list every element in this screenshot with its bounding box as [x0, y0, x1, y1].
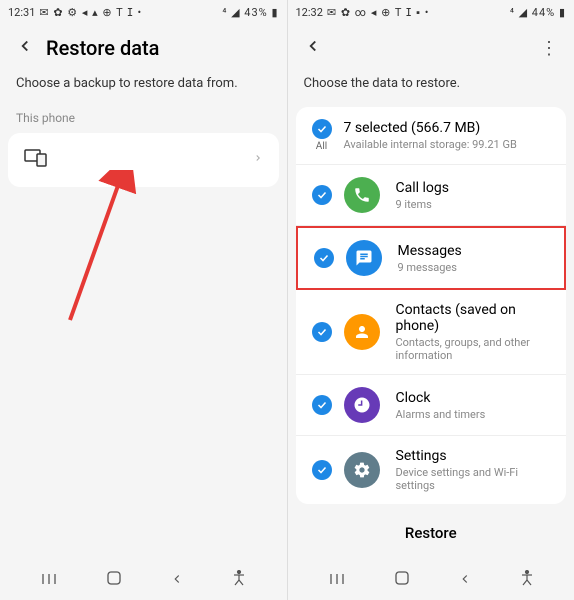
checkbox-contacts[interactable]: [312, 322, 332, 342]
item-subtitle: Contacts, groups, and other information: [396, 336, 551, 362]
item-title: Call logs: [396, 180, 551, 196]
status-bar: 12:31 ✉ ✿ ⚙ ◂ ▴ ⊕ T ⵊ • ⁴ ◢ 43% ▮: [0, 0, 287, 24]
select-all-row[interactable]: All 7 selected (566.7 MB) Available inte…: [296, 107, 567, 165]
restore-button[interactable]: Restore: [288, 508, 574, 558]
more-icon[interactable]: ⋮: [540, 38, 558, 59]
item-title: Clock: [396, 390, 551, 406]
item-subtitle: Alarms and timers: [396, 408, 551, 421]
item-clock[interactable]: Clock Alarms and timers: [296, 375, 567, 436]
backup-source-card[interactable]: [8, 133, 279, 187]
item-subtitle: Device settings and Wi-Fi settings: [396, 466, 551, 492]
item-messages[interactable]: Messages 9 messages: [296, 226, 567, 290]
back-icon[interactable]: [304, 36, 322, 60]
status-icons-right: ⁴ ◢ 43% ▮: [222, 6, 278, 19]
item-settings[interactable]: Settings Device settings and Wi-Fi setti…: [296, 436, 567, 504]
header: Restore data: [0, 24, 287, 72]
back-icon[interactable]: [16, 36, 34, 60]
contacts-icon: [344, 314, 380, 350]
checkbox-messages[interactable]: [314, 248, 334, 268]
nav-bar: [0, 560, 287, 600]
accessibility-icon[interactable]: [232, 570, 246, 590]
select-all-checkbox[interactable]: [312, 119, 332, 139]
item-title: Messages: [398, 243, 549, 259]
section-label: This phone: [0, 103, 287, 129]
status-time: 12:31: [8, 6, 35, 19]
nav-back-icon[interactable]: [170, 571, 184, 590]
selected-summary: 7 selected (566.7 MB): [344, 120, 551, 136]
item-title: Settings: [396, 448, 551, 464]
header: ⋮: [288, 24, 574, 72]
status-time: 12:32: [296, 6, 323, 19]
annotation-arrow: [60, 170, 140, 330]
accessibility-icon[interactable]: [520, 570, 534, 590]
home-icon[interactable]: [106, 570, 122, 590]
checkbox-clock[interactable]: [312, 395, 332, 415]
status-bar: 12:32 ✉ ✿ ∞ ◂ ⊕ T ⵊ ▪ • ⁴ ◢ 44% ▮: [288, 0, 574, 24]
gear-icon: [344, 452, 380, 488]
page-subtitle: Choose a backup to restore data from.: [0, 72, 287, 103]
status-icons-left: ✉ ✿ ⚙ ◂ ▴ ⊕ T ⵊ •: [39, 6, 142, 19]
devices-icon: [24, 149, 48, 171]
nav-back-icon[interactable]: [458, 571, 472, 590]
page-title: Restore data: [46, 36, 159, 60]
all-label: All: [316, 141, 327, 152]
phone-icon: [344, 177, 380, 213]
item-contacts[interactable]: Contacts (saved on phone) Contacts, grou…: [296, 290, 567, 375]
item-subtitle: 9 items: [396, 198, 551, 211]
status-icons-right: ⁴ ◢ 44% ▮: [510, 6, 566, 19]
home-icon[interactable]: [394, 570, 410, 590]
storage-available: Available internal storage: 99.21 GB: [344, 138, 551, 151]
item-title: Contacts (saved on phone): [396, 302, 551, 334]
checkbox-settings[interactable]: [312, 460, 332, 480]
page-subtitle: Choose the data to restore.: [288, 72, 574, 103]
recents-icon[interactable]: [40, 571, 58, 590]
restore-data-screen: 12:31 ✉ ✿ ⚙ ◂ ▴ ⊕ T ⵊ • ⁴ ◢ 43% ▮ Restor…: [0, 0, 288, 600]
status-icons-left: ✉ ✿ ∞ ◂ ⊕ T ⵊ ▪ •: [327, 6, 430, 19]
chevron-right-icon: [253, 151, 263, 169]
checkbox-call-logs[interactable]: [312, 185, 332, 205]
recents-icon[interactable]: [328, 571, 346, 590]
item-subtitle: 9 messages: [398, 261, 549, 274]
item-call-logs[interactable]: Call logs 9 items: [296, 165, 567, 226]
messages-icon: [346, 240, 382, 276]
nav-bar: [288, 560, 574, 600]
restore-items-list: All 7 selected (566.7 MB) Available inte…: [296, 107, 567, 504]
choose-data-screen: 12:32 ✉ ✿ ∞ ◂ ⊕ T ⵊ ▪ • ⁴ ◢ 44% ▮ ⋮ Choo…: [288, 0, 574, 600]
clock-icon: [344, 387, 380, 423]
